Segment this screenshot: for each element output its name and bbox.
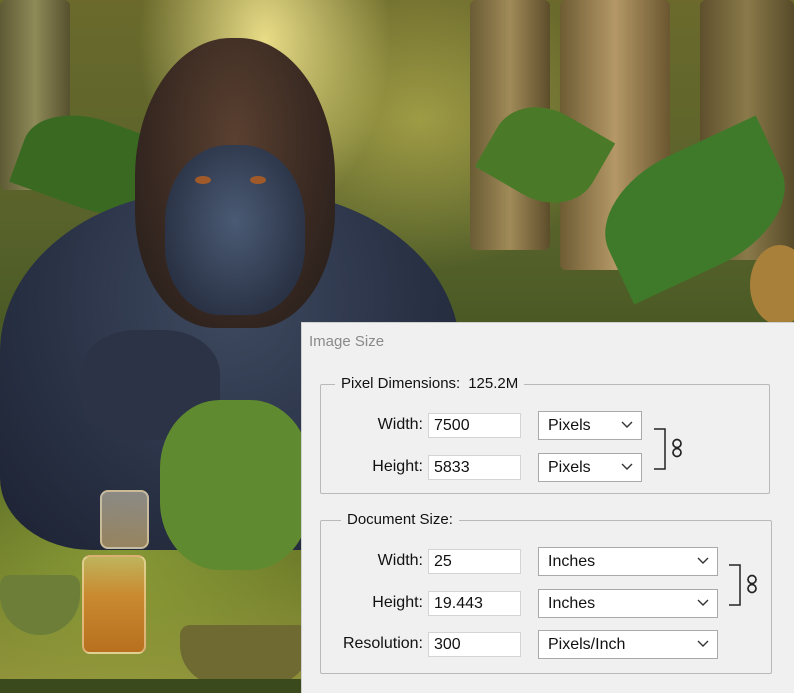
glass bbox=[82, 555, 146, 654]
bowl bbox=[180, 625, 310, 679]
pixel-height-unit: Pixels bbox=[548, 459, 591, 476]
chevron-down-icon bbox=[697, 599, 709, 606]
chain-link-icon[interactable] bbox=[746, 574, 758, 594]
bowl bbox=[0, 575, 80, 635]
pixel-width-unit-select[interactable]: Pixels bbox=[538, 411, 642, 440]
chevron-down-icon bbox=[621, 463, 633, 470]
image-size-dialog: Image Size Pixel Dimensions: 125.2M Width… bbox=[301, 322, 794, 693]
pixel-dimensions-legend: Pixel Dimensions: 125.2M bbox=[335, 375, 525, 392]
constrain-bracket bbox=[729, 564, 741, 606]
doc-height-input[interactable]: 19.443 bbox=[428, 591, 521, 616]
resolution-unit-select[interactable]: Pixels/Inch bbox=[538, 630, 718, 659]
pixel-width-label: Width: bbox=[377, 416, 423, 433]
gorilla-face bbox=[165, 145, 305, 315]
document-size-group: Document Size: Width: 25 Inches Height: … bbox=[320, 511, 772, 674]
constrain-bracket bbox=[654, 428, 666, 470]
doc-height-unit-select[interactable]: Inches bbox=[538, 589, 718, 618]
pixel-width-input[interactable]: 7500 bbox=[428, 413, 521, 438]
resolution-input[interactable]: 300 bbox=[428, 632, 521, 657]
doc-width-unit-select[interactable]: Inches bbox=[538, 547, 718, 576]
chevron-down-icon bbox=[697, 640, 709, 647]
doc-width-label: Width: bbox=[377, 552, 423, 569]
pixel-dimensions-label: Pixel Dimensions: bbox=[341, 375, 461, 392]
resolution-label: Resolution: bbox=[342, 635, 423, 652]
gorilla-eye bbox=[195, 176, 211, 184]
foliage bbox=[160, 400, 310, 570]
pixel-height-input[interactable]: 5833 bbox=[428, 455, 521, 480]
doc-height-unit: Inches bbox=[548, 595, 596, 612]
doc-width-input[interactable]: 25 bbox=[428, 549, 521, 574]
pixel-width-unit: Pixels bbox=[548, 417, 591, 434]
document-size-legend: Document Size: bbox=[341, 511, 459, 528]
doc-height-label: Height: bbox=[372, 594, 423, 611]
resolution-unit: Pixels/Inch bbox=[548, 636, 626, 653]
chain-link-icon[interactable] bbox=[671, 438, 683, 458]
pixel-height-unit-select[interactable]: Pixels bbox=[538, 453, 642, 482]
chevron-down-icon bbox=[697, 557, 709, 564]
pixel-dimensions-group: Pixel Dimensions: 125.2M Width: 7500 Pixe… bbox=[320, 375, 770, 494]
gorilla-eye bbox=[250, 176, 266, 184]
dialog-title: Image Size bbox=[309, 333, 385, 350]
glass bbox=[100, 490, 149, 549]
pixel-height-label: Height: bbox=[372, 458, 423, 475]
chevron-down-icon bbox=[621, 421, 633, 428]
doc-width-unit: Inches bbox=[548, 553, 596, 570]
pixel-dimensions-size: 125.2M bbox=[468, 375, 519, 392]
